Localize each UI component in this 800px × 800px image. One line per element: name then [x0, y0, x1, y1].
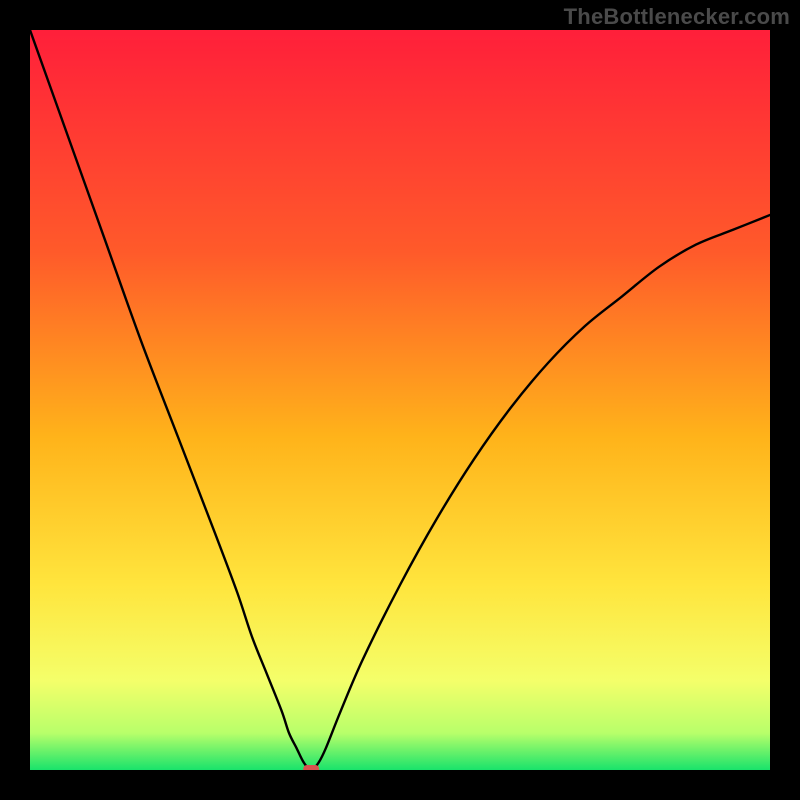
chart-frame: TheBottlenecker.com	[0, 0, 800, 800]
bottleneck-chart-svg	[30, 30, 770, 770]
gradient-background	[30, 30, 770, 770]
watermark-text: TheBottlenecker.com	[564, 4, 790, 30]
plot-area	[30, 30, 770, 770]
optimal-point-marker	[303, 765, 319, 770]
